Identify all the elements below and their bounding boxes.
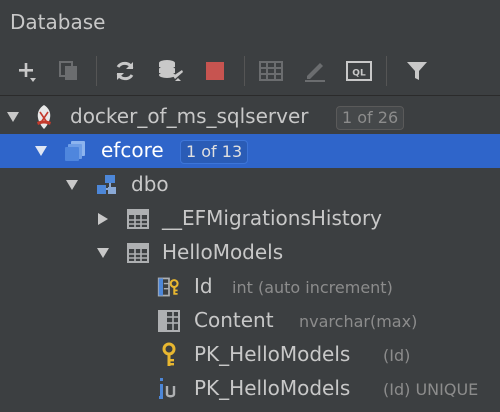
database-tree: docker_of_ms_sqlserver 1 of 26 efcore 1 … [0,96,500,412]
toolbar-separator [386,56,387,86]
refresh-icon [116,61,134,81]
add-icon [19,63,36,82]
tree-node-schema[interactable]: dbo [0,168,500,202]
count-badge: 1 of 26 [336,106,405,130]
panel-header: Database [0,0,500,46]
expand-arrow-icon[interactable] [95,245,111,261]
toolbar-separator [96,56,97,86]
tree-node-table[interactable]: __EFMigrationsHistory [0,202,500,236]
tree-node-column[interactable]: Id int (auto increment) [0,270,500,304]
add-button[interactable] [12,56,42,86]
index-detail: (Id) UNIQUE [383,380,479,399]
duplicate-button[interactable] [54,56,84,86]
console-button[interactable]: QL [344,56,374,86]
count-badge: 1 of 13 [180,140,249,164]
column-icon [157,309,181,333]
edit-button[interactable] [300,56,330,86]
key-icon [157,342,181,367]
column-type: nvarchar(max) [299,312,418,331]
tree-node-label: dbo [131,172,169,196]
tree-node-label: __EFMigrationsHistory [162,206,383,230]
tree-node-label: efcore [101,138,164,162]
tree-node-column[interactable]: Content nvarchar(max) [0,304,500,338]
duplicate-icon [59,61,77,80]
column-name: Content [194,308,274,332]
tree-node-index[interactable]: PK_HelloModels (Id) UNIQUE [0,372,500,406]
primary-key-column-icon [157,275,181,299]
expand-arrow-icon[interactable] [33,143,49,159]
table-view-icon [259,61,283,81]
key-columns: (Id) [383,346,411,365]
table-icon [126,241,150,265]
edit-icon [305,63,325,82]
index-name: PK_HelloModels [194,376,351,400]
filter-button[interactable] [402,56,432,86]
tree-node-label: HelloModels [162,240,284,264]
database-icon [63,139,87,163]
filter-icon [407,62,427,80]
table-view-button[interactable] [256,56,286,86]
sqlserver-icon [32,105,56,129]
unique-index-icon [157,377,181,401]
column-type: int (auto increment) [232,278,393,297]
stop-icon [206,62,224,80]
tree-node-label: docker_of_ms_sqlserver [70,104,309,128]
schema-sync-icon [159,60,183,81]
tree-node-key[interactable]: PK_HelloModels (Id) [0,338,500,372]
toolbar: QL [0,46,500,96]
schema-sync-button[interactable] [156,56,186,86]
ql-console-icon: QL [346,61,372,81]
key-name: PK_HelloModels [194,342,351,366]
expand-arrow-icon[interactable] [64,177,80,193]
column-name: Id [194,274,213,298]
tree-node-table[interactable]: HelloModels [0,236,500,270]
ql-console-label: QL [352,69,366,79]
schema-icon [94,173,118,197]
tree-node-datasource[interactable]: docker_of_ms_sqlserver 1 of 26 [0,100,500,134]
panel-title: Database [10,10,106,34]
stop-button[interactable] [200,56,230,86]
table-icon [126,207,150,231]
tree-node-database[interactable]: efcore 1 of 13 [0,134,500,168]
collapsed-arrow-icon[interactable] [95,211,111,227]
expand-arrow-icon[interactable] [5,109,21,125]
refresh-button[interactable] [110,56,140,86]
toolbar-separator [244,56,245,86]
